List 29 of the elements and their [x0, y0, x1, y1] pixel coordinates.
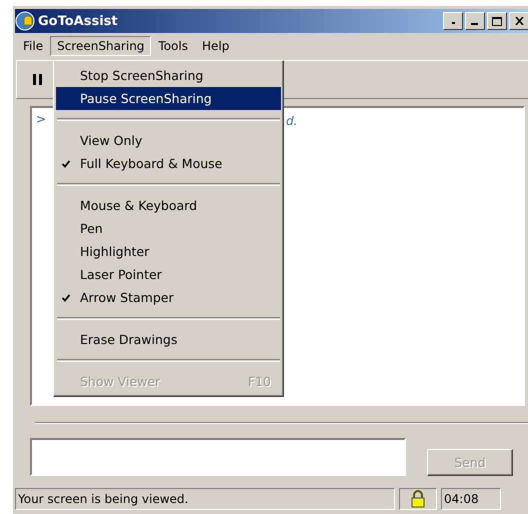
menu-item[interactable]: Erase Drawings: [56, 328, 281, 351]
chat-text: d.: [286, 114, 298, 128]
app-logo-icon: [15, 11, 35, 31]
menu-item[interactable]: Mouse & Keyboard: [56, 194, 281, 217]
padlock-icon: [411, 490, 425, 508]
menu-bar-item[interactable]: File: [16, 36, 50, 56]
maximize-button[interactable]: [487, 12, 507, 30]
menu-item[interactable]: Arrow Stamper: [56, 286, 281, 309]
menu-item[interactable]: Pause ScreenSharing: [56, 87, 281, 110]
pause-icon[interactable]: [33, 74, 42, 85]
menu-item[interactable]: Pen: [56, 217, 281, 240]
minimize-button[interactable]: [443, 12, 463, 30]
menu-item[interactable]: View Only: [56, 129, 281, 152]
menu-bar-item[interactable]: ScreenSharing: [50, 36, 152, 56]
minimize-button[interactable]: [465, 12, 485, 30]
menu-bar-item[interactable]: Help: [194, 36, 236, 56]
status-message: Your screen is being viewed.: [15, 488, 395, 510]
close-button[interactable]: [509, 12, 528, 30]
menu-item[interactable]: Highlighter: [56, 240, 281, 263]
session-timer: 04:08: [441, 488, 501, 510]
menu-bar-item[interactable]: Tools: [151, 36, 195, 56]
chat-prompt: >: [36, 112, 46, 126]
menu-item[interactable]: Laser Pointer: [56, 263, 281, 286]
window-title: GoToAssist: [38, 14, 119, 28]
close-icon: [514, 17, 524, 25]
maximize-icon: [492, 16, 502, 26]
message-input-field[interactable]: [30, 438, 406, 476]
menu-item[interactable]: Full Keyboard & Mouse: [56, 152, 281, 175]
menu-item[interactable]: Stop ScreenSharing: [56, 64, 281, 87]
